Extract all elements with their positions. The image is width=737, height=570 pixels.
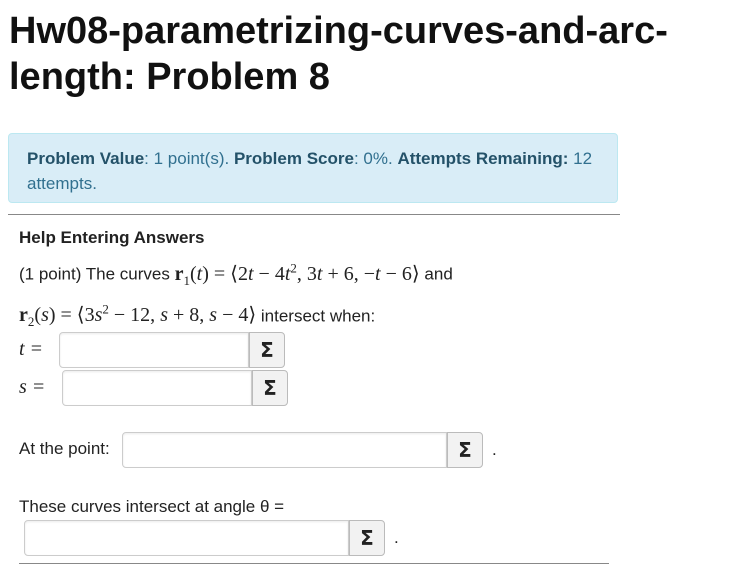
point-period: . [492,440,497,459]
point-answer-input[interactable] [122,432,447,468]
point-equation-editor-button[interactable]: Σ [447,432,483,468]
s-label: s = [19,376,46,398]
page-title: Hw08-parametrizing-curves-and-arc-length… [9,10,668,98]
and-text: and [424,264,453,284]
problem-info-box: Problem Value: 1 point(s). Problem Score… [8,133,618,203]
angle-period: . [394,528,399,547]
t-equation-editor-button[interactable]: Σ [249,332,285,368]
attempts-remaining-label: Attempts Remaining: [397,149,569,168]
s-equation-editor-button[interactable]: Σ [252,370,288,406]
bottom-divider [19,563,609,564]
angle-equation-editor-button[interactable]: Σ [349,520,385,556]
point-label: At the point: [19,439,110,458]
help-entering-answers-link[interactable]: Help Entering Answers [19,228,204,248]
problem-value-text: : 1 point(s). [144,149,230,168]
problem-score-text: : 0%. [353,149,393,168]
top-divider [8,214,620,215]
angle-label: These curves intersect at angle θ = [19,497,285,516]
curve-r2-formula: r2(s) = ⟨3s2 − 12, s + 8, s − 4⟩ [19,301,257,330]
t-label: t = [19,338,44,360]
problem-statement: (1 point) The curves r1(t) = ⟨2t − 4t2, … [19,253,609,336]
problem-score-label: Problem Score [233,149,354,168]
problem-value-label: Problem Value [27,149,145,168]
t-answer-input[interactable] [59,332,249,368]
problem-prefix: (1 point) The curves [19,264,170,284]
problem-suffix: intersect when: [260,306,376,326]
s-answer-input[interactable] [62,370,252,406]
curve-r1-formula: r1(t) = ⟨2t − 4t2, 3t + 6, −t − 6⟩ [174,260,420,288]
angle-answer-input[interactable] [24,520,349,556]
